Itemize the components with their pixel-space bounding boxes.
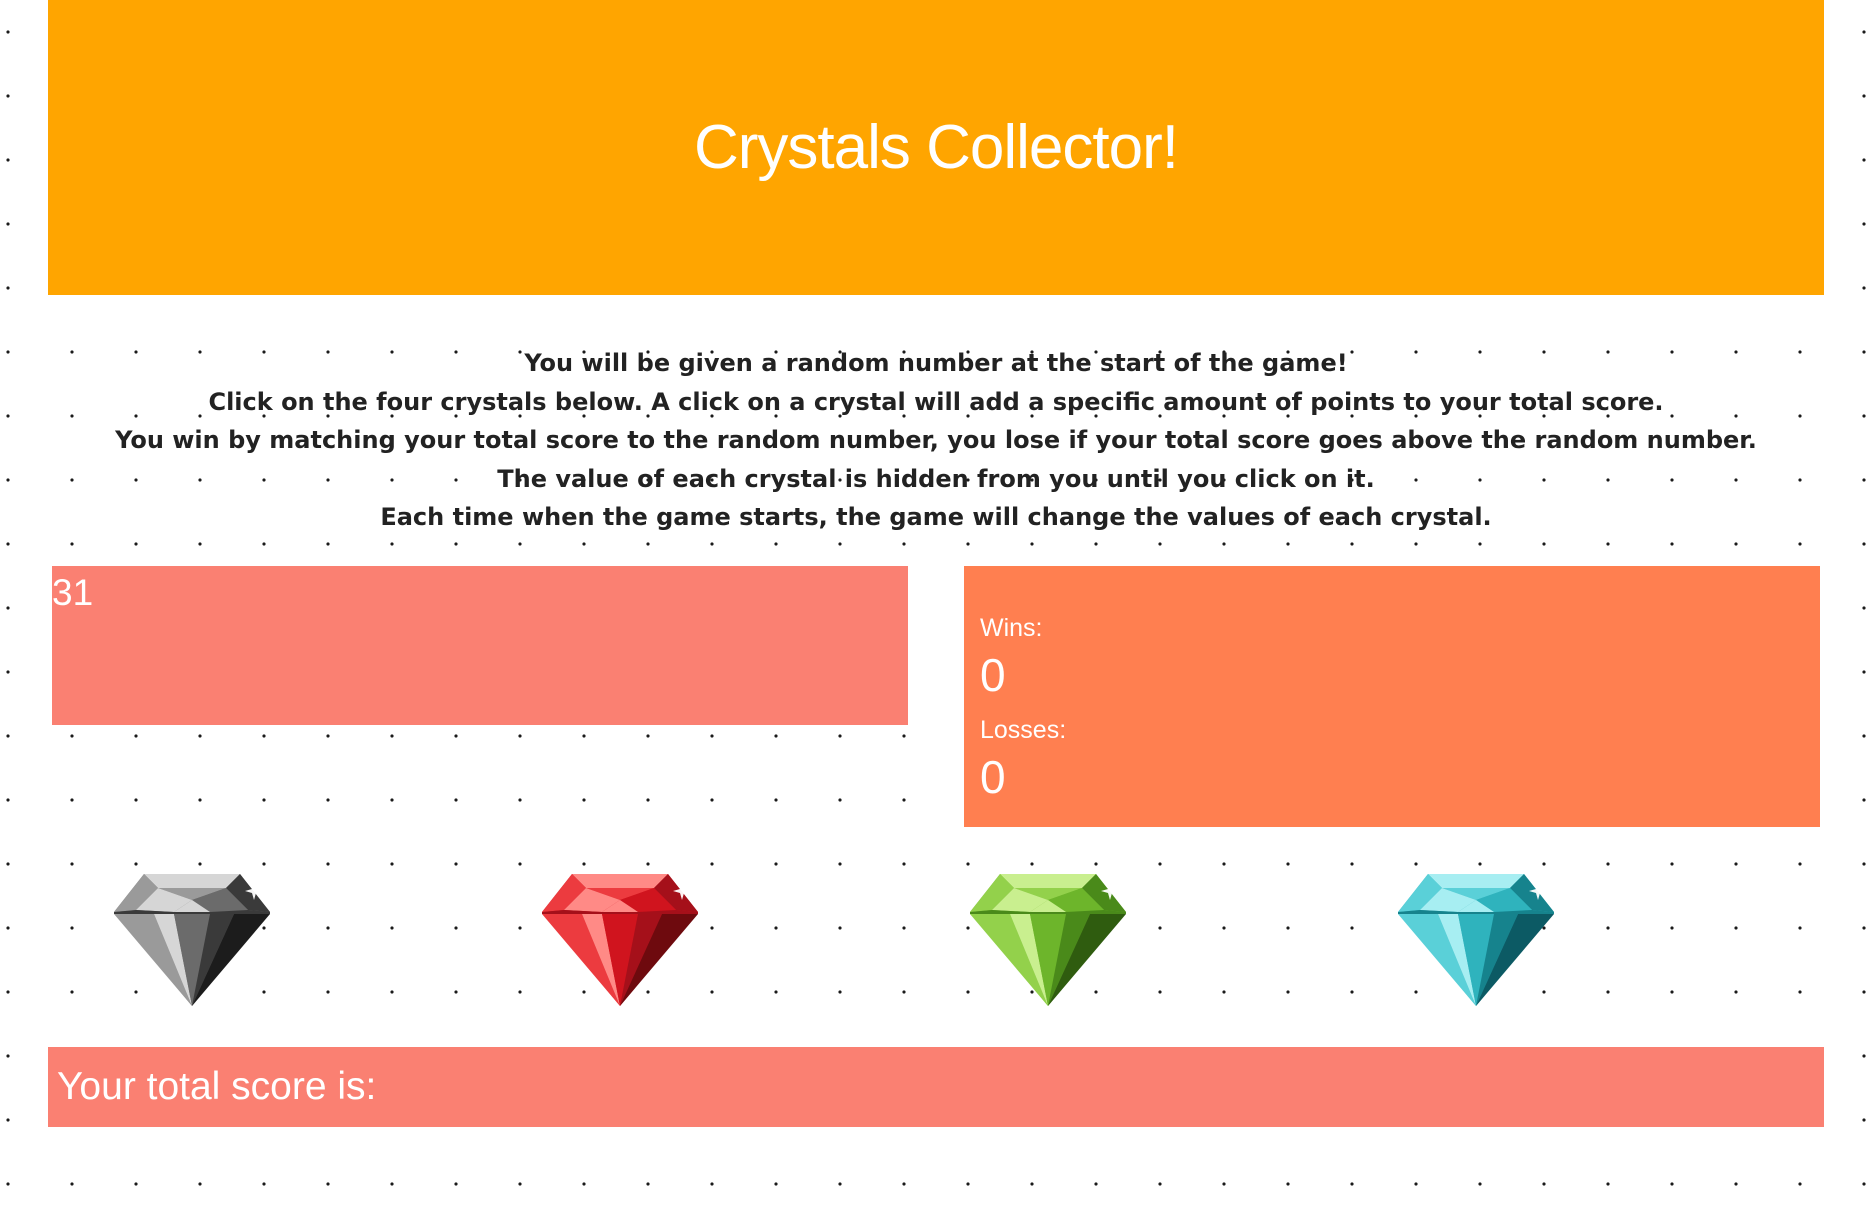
instruction-line: The value of each crystal is hidden from… bbox=[497, 464, 1375, 493]
gray-crystal-icon bbox=[114, 872, 270, 1006]
wins-label: Wins: bbox=[980, 614, 1043, 642]
stats-panel: Wins: 0 Losses: 0 bbox=[964, 566, 1820, 827]
crystal-button-green[interactable] bbox=[970, 872, 1126, 1006]
blue-crystal-icon bbox=[1398, 872, 1554, 1006]
losses-label: Losses: bbox=[980, 716, 1067, 744]
instruction-line: Click on the four crystals below. A clic… bbox=[208, 387, 1664, 416]
losses-value: 0 bbox=[980, 751, 1006, 803]
green-crystal-icon bbox=[970, 872, 1126, 1006]
instructions: You will be given a random number at the… bbox=[48, 344, 1824, 537]
crystal-button-red[interactable] bbox=[542, 872, 698, 1006]
crystal-button-blue[interactable] bbox=[1398, 872, 1554, 1006]
total-score-label: Your total score is: bbox=[57, 1065, 377, 1108]
instruction-line: You will be given a random number at the… bbox=[524, 349, 1348, 377]
target-number: 31 bbox=[52, 572, 94, 613]
red-crystal-icon bbox=[542, 872, 698, 1006]
instruction-line: You win by matching your total score to … bbox=[115, 426, 1757, 454]
crystal-button-gray[interactable] bbox=[114, 872, 270, 1006]
page-title: Crystals Collector! bbox=[694, 113, 1179, 182]
instruction-line: Each time when the game starts, the game… bbox=[380, 503, 1492, 531]
target-number-panel: 31 bbox=[52, 566, 908, 725]
header-banner: Crystals Collector! bbox=[48, 0, 1824, 295]
total-score-bar: Your total score is: bbox=[48, 1047, 1824, 1127]
wins-value: 0 bbox=[980, 649, 1006, 701]
